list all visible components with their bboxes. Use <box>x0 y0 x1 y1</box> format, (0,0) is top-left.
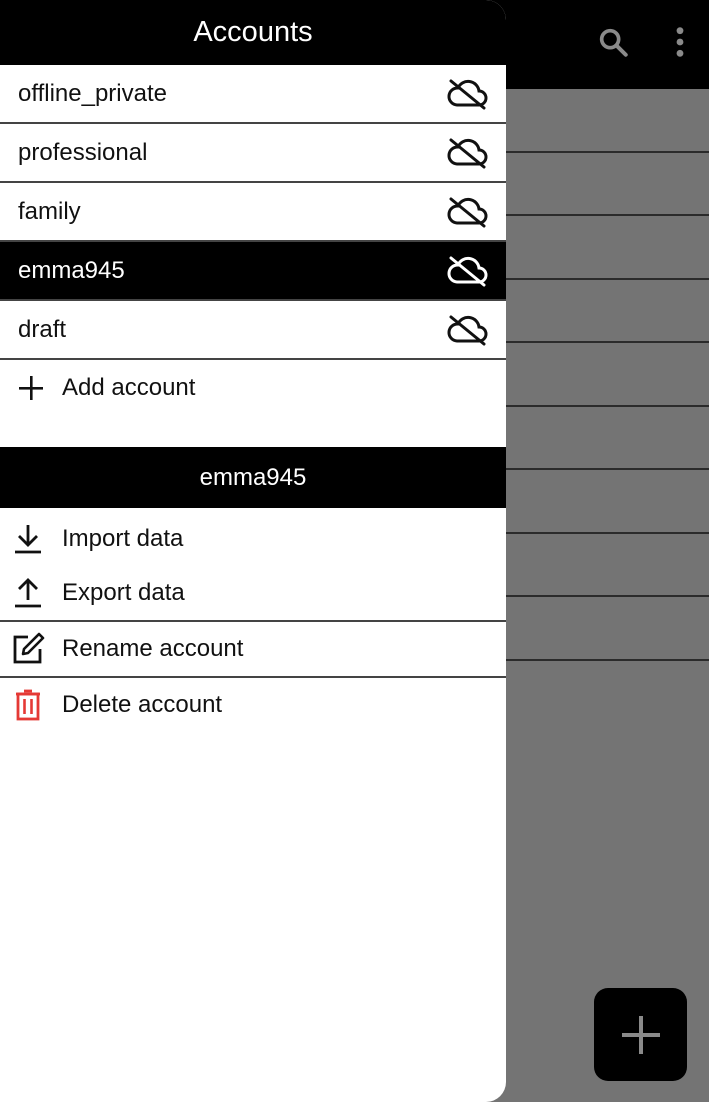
list-divider <box>500 278 709 280</box>
edit-icon <box>0 632 56 666</box>
account-name: emma945 <box>18 256 125 284</box>
account-item-offline-private[interactable]: offline_private <box>0 65 506 124</box>
list-divider <box>500 214 709 216</box>
trash-icon <box>0 689 56 721</box>
account-name: family <box>18 197 81 225</box>
rename-account-label: Rename account <box>62 635 244 662</box>
add-account-button[interactable]: Add account <box>0 360 506 416</box>
import-data-label: Import data <box>62 525 184 552</box>
list-divider <box>500 468 709 470</box>
export-data-button[interactable]: Export data <box>0 566 506 620</box>
account-list: offline_private professional family emma… <box>0 65 506 360</box>
account-item-emma945[interactable]: emma945 <box>0 242 506 301</box>
list-divider <box>500 532 709 534</box>
account-item-professional[interactable]: professional <box>0 124 506 183</box>
plus-icon <box>621 1015 660 1054</box>
more-vert-icon[interactable] <box>662 24 698 60</box>
export-data-label: Export data <box>62 579 185 606</box>
accounts-drawer: Accounts offline_private professional fa… <box>0 0 506 1102</box>
account-name: draft <box>18 315 67 343</box>
current-account-header: emma945 <box>0 447 506 508</box>
rename-account-button[interactable]: Rename account <box>0 622 506 676</box>
drawer-title: Accounts <box>0 0 506 65</box>
cloud-off-icon <box>447 315 488 346</box>
list-divider <box>500 659 709 661</box>
list-divider <box>500 151 709 153</box>
add-account-label: Add account <box>62 374 196 401</box>
cloud-off-icon <box>447 197 488 228</box>
account-name: professional <box>18 138 148 166</box>
account-name: offline_private <box>18 79 167 107</box>
account-item-family[interactable]: family <box>0 183 506 242</box>
delete-account-button[interactable]: Delete account <box>0 678 506 732</box>
list-divider <box>500 341 709 343</box>
account-item-draft[interactable]: draft <box>0 301 506 360</box>
delete-account-label: Delete account <box>62 691 223 718</box>
cloud-off-icon <box>447 79 488 110</box>
plus-icon <box>0 375 62 401</box>
download-icon <box>0 523 56 555</box>
cloud-off-icon <box>447 256 488 287</box>
add-fab-button[interactable] <box>594 988 687 1081</box>
upload-icon <box>0 577 56 609</box>
cloud-off-icon <box>447 138 488 169</box>
list-divider <box>500 595 709 597</box>
import-data-button[interactable]: Import data <box>0 512 506 566</box>
list-divider <box>500 405 709 407</box>
search-icon[interactable] <box>595 24 631 60</box>
